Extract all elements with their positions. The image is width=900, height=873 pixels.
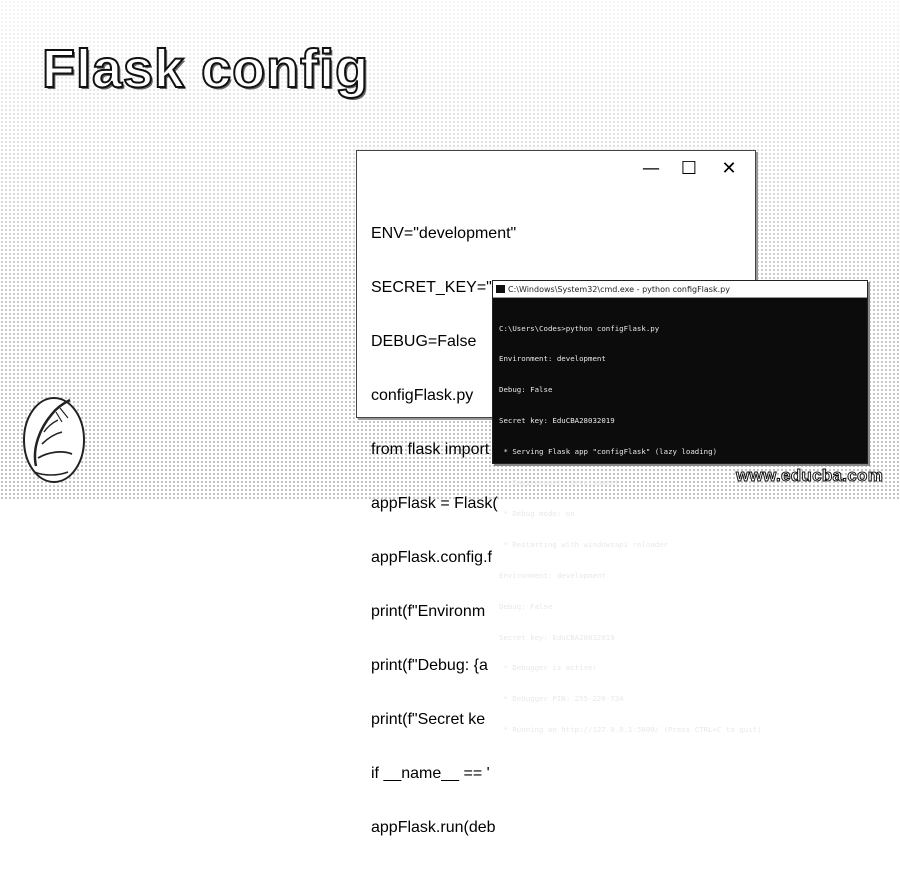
terminal-line: Debug: False (499, 385, 553, 395)
cmd-icon (496, 285, 505, 293)
terminal-line: * Debugger PIN: 255-220-734 (499, 694, 624, 704)
flask-logo-icon (23, 397, 85, 483)
close-button[interactable]: ✕ (713, 157, 745, 179)
close-icon: ✕ (721, 157, 737, 179)
maximize-icon: ☐ (680, 157, 698, 179)
code-line: if __name__ == ' (371, 765, 490, 782)
editor-titlebar: — ☐ ✕ (357, 151, 755, 185)
terminal-line: * Debugger is active! (499, 663, 597, 673)
terminal-line: * Running on http://127.0.0.1:5000/ (Pre… (499, 725, 762, 735)
terminal-line: * Serving Flask app "configFlask" (lazy … (499, 447, 718, 457)
code-line: appFlask.run(deb (371, 819, 496, 836)
terminal-title: C:\Windows\System32\cmd.exe - python con… (508, 284, 730, 294)
terminal-output[interactable]: C:\Users\Codes>python configFlask.py Env… (499, 303, 863, 756)
code-line: ENV="development" (371, 225, 517, 242)
terminal-line: Secret key: EduCBA28032019 (499, 632, 615, 642)
terminal-line: Secret key: EduCBA28032019 (499, 416, 615, 426)
terminal-line: Environment: development (499, 354, 606, 364)
page-title: Flask config (41, 38, 370, 100)
terminal-line: * Restarting with windowsapi reloader (499, 539, 669, 549)
minimize-button[interactable]: — (635, 157, 667, 179)
minimize-icon: — (642, 157, 660, 179)
terminal-line: * Debug mode: on (499, 508, 575, 518)
terminal-line: Environment: development (499, 570, 606, 580)
terminal-window: C:\Windows\System32\cmd.exe - python con… (492, 280, 868, 734)
brand-url[interactable]: www.educba.com (735, 466, 883, 486)
terminal-line: C:\Users\Codes>python configFlask.py (499, 323, 660, 333)
terminal-line: Debug: False (499, 601, 553, 611)
terminal-titlebar: C:\Windows\System32\cmd.exe - python con… (493, 281, 867, 298)
maximize-button[interactable]: ☐ (673, 157, 705, 179)
